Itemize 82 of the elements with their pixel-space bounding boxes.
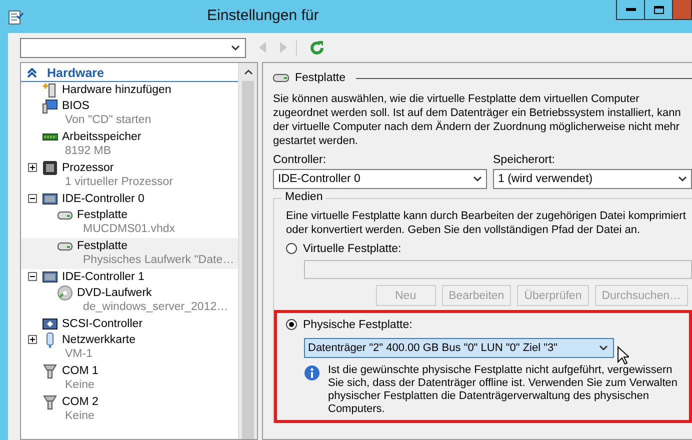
tree-item[interactable]: DVD-Laufwerk de_windows_server_2012… — [21, 285, 238, 316]
chevron-down-icon — [599, 345, 608, 351]
item-name: COM 2 — [62, 396, 98, 408]
collapse-icon[interactable] — [28, 272, 36, 281]
item-detail: Keine — [64, 409, 96, 424]
expand-icon[interactable] — [28, 335, 36, 344]
minimize-button[interactable] — [616, 0, 645, 20]
info-text: Ist die gewünschte physische Festplatte nicht aufgeführt, vergewissern Sie sich, dass der Datenträger offline ist. Verwenden Sie zum Verwalten physischer Festplatten die Datenträgerverwaltung des physischen Computers. — [328, 364, 679, 416]
tree-item[interactable]: Netzwerkkarte VM-1 — [21, 332, 238, 363]
item-name: Festplatte — [77, 240, 128, 252]
expand-icon[interactable] — [28, 163, 36, 172]
close-button[interactable] — [672, 0, 692, 20]
scroll-up-icon[interactable] — [244, 69, 252, 75]
tree-item[interactable]: IDE-Controller 0 — [21, 191, 238, 207]
vm-dropdown[interactable] — [20, 38, 246, 58]
hardware-icon — [42, 160, 58, 176]
item-detail: Keine — [64, 378, 96, 393]
hardware-icon — [42, 82, 58, 98]
maximize-icon — [654, 6, 664, 14]
disk-dropdown[interactable]: Datenträger "2" 400.00 GB Bus "0" LUN "0" Ziel "3" — [304, 338, 614, 358]
hardware-icon — [42, 190, 58, 206]
item-name: IDE-Controller 0 — [62, 192, 144, 204]
hardware-icon — [42, 268, 58, 284]
item-detail: Physisches Laufwerk "Date… — [82, 253, 236, 268]
hardware-icon — [42, 316, 58, 332]
item-name: COM 1 — [62, 364, 98, 376]
tree-item[interactable]: Arbeitsspeicher 8192 MB — [21, 129, 238, 160]
radio-option[interactable]: Virtuelle Festplatte: — [286, 241, 402, 256]
item-name: SCSI-Controller — [62, 318, 143, 330]
collapse-icon[interactable] — [28, 194, 36, 203]
item-detail: 1 virtueller Prozessor — [64, 175, 174, 190]
location-dropdown[interactable]: 1 (wird verwendet) — [493, 169, 692, 189]
item-detail: Von "CD" starten — [64, 113, 152, 128]
drive-icon — [273, 73, 289, 83]
item-name: Netzwerkkarte — [62, 334, 136, 346]
info-icon — [304, 365, 320, 381]
window-title: Einstellungen für — [207, 7, 319, 24]
item-name: Prozessor — [62, 162, 114, 174]
settings-icon — [8, 8, 24, 24]
scroll-thumb[interactable] — [242, 81, 254, 439]
scrollbar[interactable] — [238, 63, 257, 439]
item-detail: 8192 MB — [64, 144, 112, 159]
category-title: Hardware — [47, 66, 104, 80]
item-name: DVD-Laufwerk — [77, 286, 152, 298]
tree-item[interactable]: BIOS Von "CD" starten — [21, 98, 238, 129]
radio-option[interactable]: Physische Festplatte: — [286, 317, 412, 332]
chevron-down-icon — [473, 176, 482, 182]
disc-icon — [57, 284, 73, 300]
item-detail: de_windows_server_2012… — [82, 300, 230, 315]
description-text: Sie können auswählen, wie die virtuelle Festplatte dem virtuellen Computer zugeordnet werden soll. Ist auf dem Datenträger ein Betriebssystem installiert, kann der virtuelle Computer nach dem Ändern der Zuordnung möglicherweise nicht mehr gestartet werden. — [273, 92, 682, 148]
group-title: Medien — [282, 191, 326, 203]
tree-item[interactable]: IDE-Controller 1 — [21, 269, 238, 285]
hardware-icon — [42, 98, 58, 114]
controller-dropdown[interactable]: IDE-Controller 0 — [273, 169, 487, 189]
item-name: Festplatte — [77, 208, 128, 220]
cursor-icon — [617, 346, 629, 365]
item-name: Hardware hinzufügen — [62, 84, 172, 96]
minimize-icon — [626, 8, 636, 11]
tree-header[interactable]: Hardware — [21, 64, 238, 82]
tree-item[interactable]: COM 2 Keine — [21, 394, 238, 425]
tree-item[interactable]: Hardware hinzufügen — [21, 82, 238, 98]
collapse-icon — [27, 68, 37, 78]
item-detail: MUCDMS01.vhdx — [82, 222, 176, 237]
item-name: BIOS — [62, 100, 90, 112]
item-name: IDE-Controller 1 — [62, 270, 144, 282]
tree-item[interactable]: SCSI-Controller — [21, 316, 238, 332]
item-name: Arbeitsspeicher — [62, 130, 142, 142]
item-detail: VM-1 — [64, 347, 94, 362]
tree-item[interactable]: Festplatte Physisches Laufwerk "Date… — [21, 238, 238, 269]
tree-item[interactable]: COM 1 Keine — [21, 363, 238, 394]
path-field[interactable] — [304, 260, 692, 279]
chevron-down-icon — [678, 176, 687, 182]
hardware-icon — [42, 394, 58, 410]
field-label: Speicherort: — [493, 154, 556, 166]
tree-item[interactable]: Prozessor 1 virtueller Prozessor — [21, 160, 238, 191]
chevron-down-icon — [231, 44, 240, 50]
section-title: Festplatte — [295, 72, 346, 84]
refresh-icon[interactable] — [309, 40, 325, 56]
hardware-icon — [42, 362, 58, 378]
description-text: Eine virtuelle Festplatte kann durch Bearbeiten der zugehörigen Datei komprimiert oder konvertiert werden. Geben Sie den vollständigen Pfad der Datei an. — [286, 209, 687, 237]
tree-item[interactable]: Festplatte MUCDMS01.vhdx — [21, 207, 238, 238]
field-label: Controller: — [273, 154, 328, 166]
